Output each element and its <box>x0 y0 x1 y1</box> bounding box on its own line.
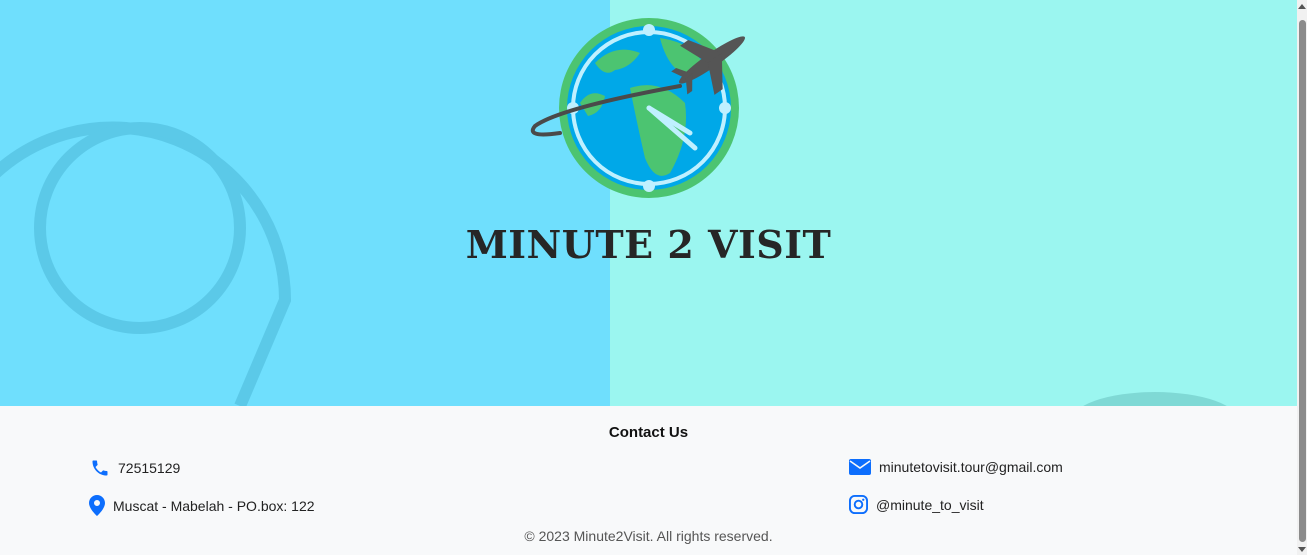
vertical-scrollbar[interactable] <box>1297 0 1307 555</box>
scroll-up-icon[interactable] <box>1298 4 1306 9</box>
location-pin-icon <box>89 495 105 516</box>
footer: Contact Us 72515129 Muscat - Mabelah - P… <box>0 406 1297 555</box>
scrollbar-thumb[interactable] <box>1299 20 1306 542</box>
email-contact[interactable]: minutetovisit.tour@gmail.com <box>849 458 1063 476</box>
email-text: minutetovisit.tour@gmail.com <box>879 459 1063 475</box>
address-contact: Muscat - Mabelah - PO.box: 122 <box>89 495 315 516</box>
map-pin-icon <box>0 121 292 406</box>
contact-heading: Contact Us <box>608 424 689 441</box>
instagram-text: @minute_to_visit <box>876 496 984 513</box>
address-text: Muscat - Mabelah - PO.box: 122 <box>113 497 315 514</box>
instagram-contact[interactable]: @minute_to_visit <box>849 495 984 514</box>
envelope-icon <box>849 459 871 475</box>
globe-logo-icon[interactable] <box>520 8 760 213</box>
phone-text: 72515129 <box>118 460 181 476</box>
copyright-text: © 2023 Minute2Visit. All rights reserved… <box>524 528 773 544</box>
hero-banner: MINUTE 2 VISIT <box>0 0 1297 406</box>
brand-title: MINUTE 2 VISIT <box>465 222 832 267</box>
phone-contact[interactable]: 72515129 <box>90 458 180 478</box>
phone-icon <box>92 460 108 476</box>
scroll-down-icon[interactable] <box>1298 547 1306 552</box>
instagram-icon <box>849 495 868 514</box>
